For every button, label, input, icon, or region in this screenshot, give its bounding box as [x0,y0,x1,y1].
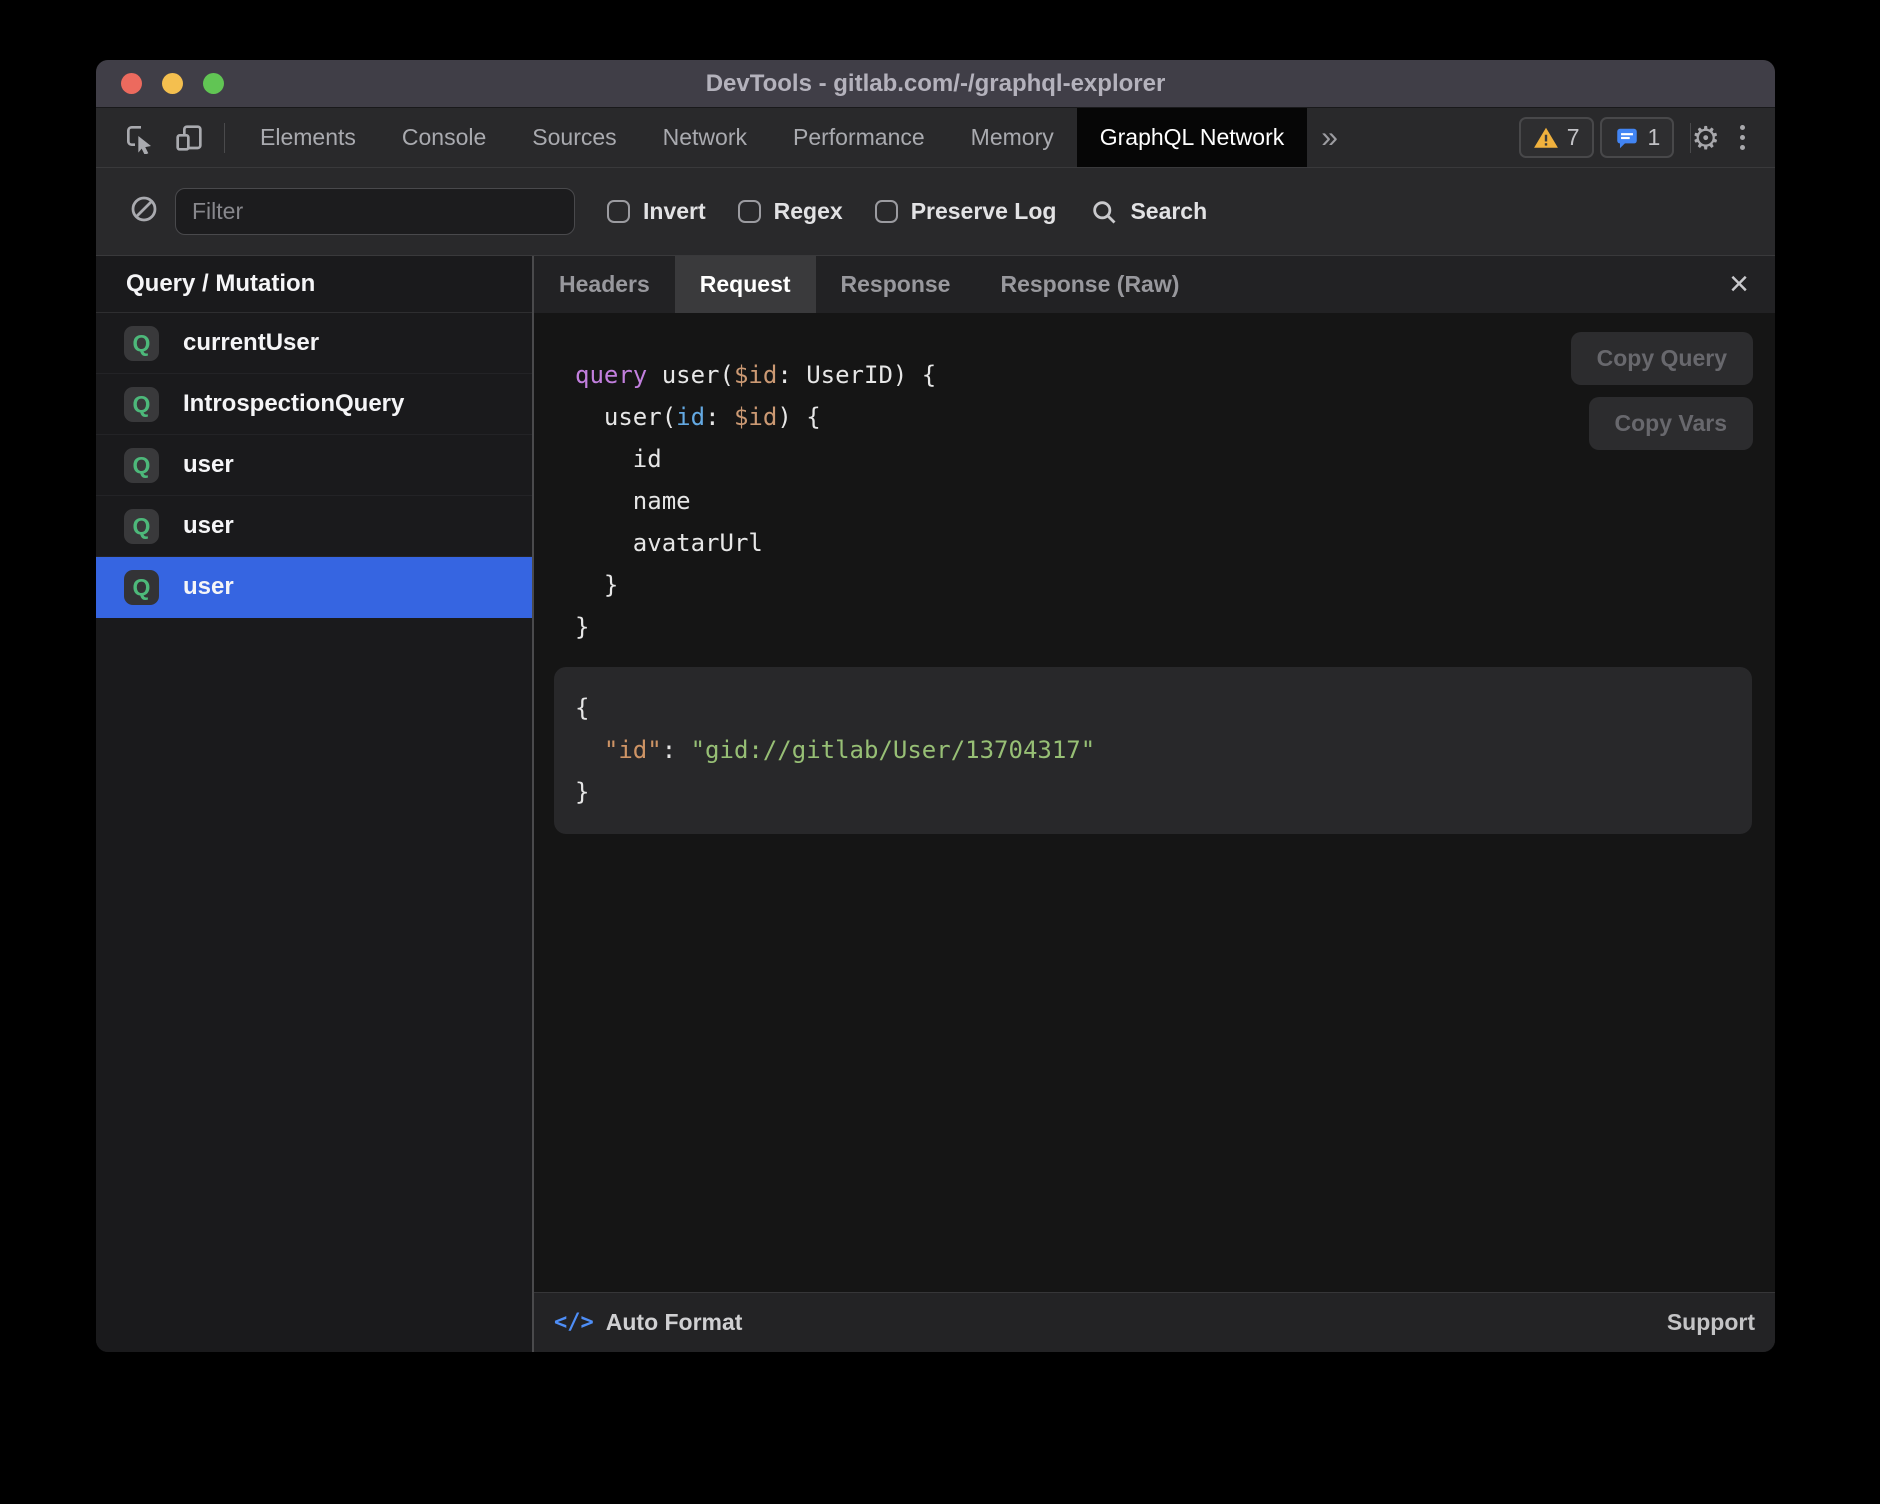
query-type-badge: Q [124,387,159,422]
checkbox-box[interactable] [607,200,630,223]
inspect-element-icon[interactable] [118,117,160,159]
devtools-tab-bar: ElementsConsoleSourcesNetworkPerformance… [96,108,1775,168]
main-area: Query / Mutation QcurrentUserQIntrospect… [96,256,1775,1352]
auto-format-label: Auto Format [606,1309,743,1336]
query-type-badge: Q [124,326,159,361]
search-label: Search [1130,198,1207,225]
sidebar-header: Query / Mutation [96,256,532,313]
query-list-item[interactable]: Quser [96,435,532,496]
search-button[interactable]: Search [1090,198,1207,226]
code-brackets-icon: </> [554,1310,594,1335]
query-name: user [183,512,234,540]
query-list: QcurrentUserQIntrospectionQueryQuserQuse… [96,313,532,618]
checkbox-box[interactable] [875,200,898,223]
tabbar-spacer [1352,108,1519,167]
filter-bar: Invert Regex Preserve Log Search [96,168,1775,256]
more-tabs-icon[interactable]: » [1307,108,1352,167]
checkbox-label: Preserve Log [911,198,1057,225]
message-bubble-icon [1614,125,1640,151]
query-list-item[interactable]: Q IntrospectionQuery [96,374,532,435]
panel-footer: </> Auto Format Support [534,1292,1775,1352]
warning-triangle-icon [1533,125,1559,151]
message-count: 1 [1648,124,1661,151]
tab-elements[interactable]: Elements [237,108,379,167]
close-panel-icon[interactable]: × [1719,256,1759,313]
window-title: DevTools - gitlab.com/-/graphql-explorer [96,70,1775,98]
panel-tab-headers[interactable]: Headers [534,256,675,313]
tab-network[interactable]: Network [640,108,770,167]
panel-tab-response-raw[interactable]: Response (Raw) [975,256,1204,313]
checkbox-regex[interactable]: Regex [738,198,843,225]
tab-console[interactable]: Console [379,108,509,167]
query-name: currentUser [183,329,319,357]
support-link[interactable]: Support [1667,1309,1755,1336]
code-line: { [575,687,1732,729]
checkbox-box[interactable] [738,200,761,223]
code-line: } [575,606,1775,648]
tool-icons [96,108,224,167]
messages-badge[interactable]: 1 [1600,117,1675,158]
query-name: user [183,451,234,479]
device-toolbar-icon[interactable] [168,117,210,159]
tabbar-right-icons: ⚙ [1691,108,1775,167]
auto-format-button[interactable]: </> Auto Format [554,1309,742,1336]
clear-filter-icon[interactable] [129,194,159,229]
tab-performance[interactable]: Performance [770,108,948,167]
code-line: "id": "gid://gitlab/User/13704317" [575,729,1732,771]
checkbox-invert[interactable]: Invert [607,198,706,225]
code-line: avatarUrl [575,522,1775,564]
devtools-window: DevTools - gitlab.com/-/graphql-explorer… [96,60,1775,1352]
filter-checkboxes: Invert Regex Preserve Log [575,198,1056,225]
tab-sources[interactable]: Sources [509,108,639,167]
tab-graphql-network[interactable]: GraphQL Network [1077,108,1308,167]
code-line: } [575,771,1732,813]
query-list-item[interactable]: Quser [96,557,532,618]
checkbox-label: Invert [643,198,706,225]
settings-gear-icon[interactable]: ⚙ [1691,122,1720,154]
panel-tab-response[interactable]: Response [816,256,976,313]
detail-panel: HeadersRequestResponseResponse (Raw) × q… [534,256,1775,1352]
issue-badges: 7 1 [1519,108,1675,167]
title-bar: DevTools - gitlab.com/-/graphql-explorer [96,60,1775,108]
toolbar-divider [224,123,225,153]
tab-memory[interactable]: Memory [948,108,1077,167]
query-sidebar: Query / Mutation QcurrentUserQIntrospect… [96,256,534,1352]
warnings-badge[interactable]: 7 [1519,117,1594,158]
request-content: query user($id: UserID) { user(id: $id) … [534,313,1775,1292]
query-name: user [183,573,234,601]
panel-tab-bar: HeadersRequestResponseResponse (Raw) × [534,256,1775,313]
query-list-item[interactable]: Quser [96,496,532,557]
copy-vars-button[interactable]: Copy Vars [1589,397,1754,450]
panel-tab-list: HeadersRequestResponseResponse (Raw) [534,256,1204,313]
warning-count: 7 [1567,124,1580,151]
checkbox-label: Regex [774,198,843,225]
checkbox-preserve-log[interactable]: Preserve Log [875,198,1057,225]
panel-tab-request[interactable]: Request [675,256,816,313]
query-name: IntrospectionQuery [183,390,404,418]
query-type-badge: Q [124,509,159,544]
code-line: } [575,564,1775,606]
request-variables-code: { "id": "gid://gitlab/User/13704317"} [575,687,1732,813]
query-type-badge: Q [124,570,159,605]
code-line: name [575,480,1775,522]
query-list-item[interactable]: QcurrentUser [96,313,532,374]
kebab-menu-icon[interactable] [1730,117,1755,158]
devtools-tab-list: ElementsConsoleSourcesNetworkPerformance… [237,108,1307,167]
variables-box: { "id": "gid://gitlab/User/13704317"} [554,667,1752,834]
search-icon [1090,198,1118,226]
copy-query-button[interactable]: Copy Query [1571,332,1753,385]
query-type-badge: Q [124,448,159,483]
filter-input[interactable] [175,188,575,235]
